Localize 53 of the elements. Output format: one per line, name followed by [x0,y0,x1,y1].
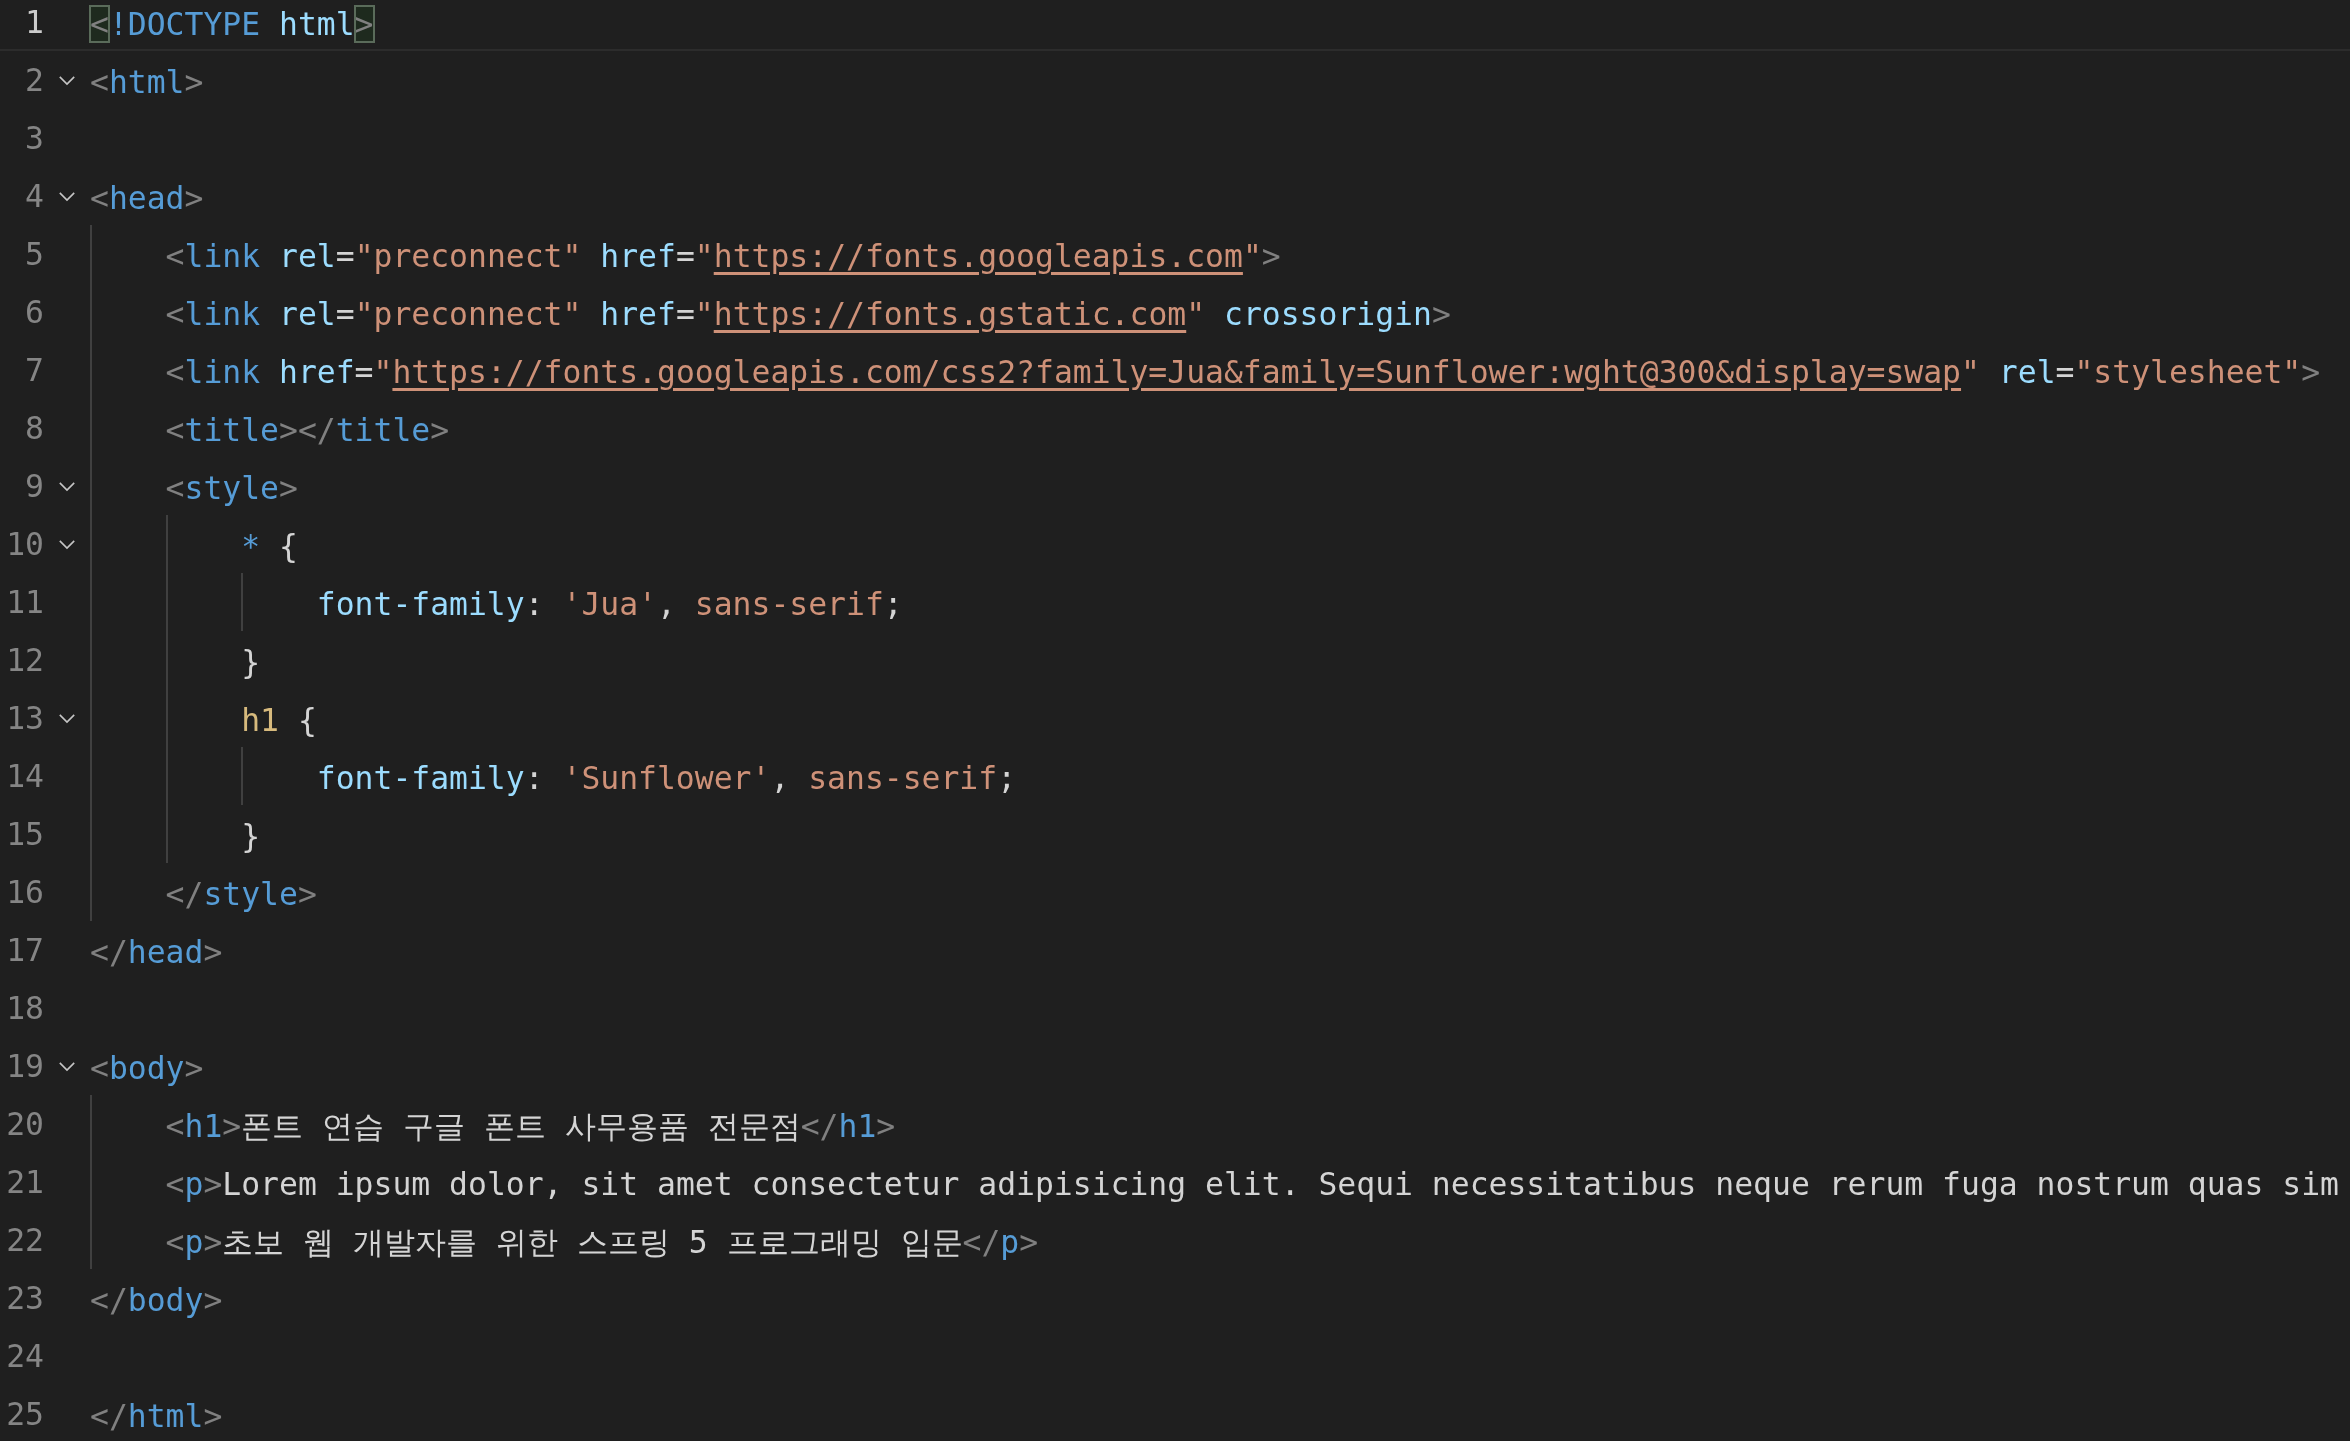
code-line: <style> [164,470,298,506]
line-number: 19 [5,1047,44,1086]
code-line: h1 { [240,702,317,738]
line-number: 3 [24,119,44,158]
line-number: 13 [5,699,44,738]
line-number: 24 [5,1337,44,1376]
code-line: </body> [90,1282,223,1318]
line-number: 12 [5,641,44,680]
line-number: 21 [5,1163,44,1202]
line-number: 25 [5,1395,44,1434]
chevron-down-icon[interactable] [58,480,76,492]
code-line: </html> [90,1398,223,1434]
code-line: <p>초보 웹 개발자를 위한 스프링 5 프로그래밍 입문</p> [164,1224,1039,1260]
code-line: <link href="https://fonts.googleapis.com/css2?family=Jua&family=Sunflower:wght@300&display=swap" rel="stylesheet"> [164,354,2321,390]
line-number: 20 [5,1105,44,1144]
line-number: 18 [5,989,44,1028]
line-number: 17 [5,931,44,970]
code-line: <!DOCTYPE html> [90,6,374,42]
line-number: 1 [24,3,44,42]
code-line: } [240,818,261,854]
code-line: <link rel="preconnect" href="https://fonts.gstatic.com" crossorigin> [164,296,1451,332]
line-number: 10 [5,525,44,564]
code-line: font-family: 'Sunflower', sans-serif; [315,760,1017,796]
chevron-down-icon[interactable] [58,74,76,86]
chevron-down-icon[interactable] [58,712,76,724]
line-number: 14 [5,757,44,796]
line-number: 16 [5,873,44,912]
line-number: 22 [5,1221,44,1260]
code-line: <h1>폰트 연습 구글 폰트 사무용품 전문점</h1> [164,1108,896,1144]
chevron-down-icon[interactable] [58,190,76,202]
code-line: <html> [90,64,204,100]
line-number: 11 [5,583,44,622]
code-line: * { [240,528,298,564]
chevron-down-icon[interactable] [58,1060,76,1072]
code-line: <head> [90,180,204,216]
line-number: 2 [24,61,44,100]
line-number: 9 [24,467,44,506]
line-number: 23 [5,1279,44,1318]
line-number: 15 [5,815,44,854]
line-number: 6 [24,293,44,332]
code-line: font-family: 'Jua', sans-serif; [315,586,903,622]
code-line: <title></title> [164,412,450,448]
line-number: 7 [24,351,44,390]
code-line: } [240,644,261,680]
line-number: 8 [24,409,44,448]
code-line: </style> [164,876,317,912]
code-line: <body> [90,1050,204,1086]
chevron-down-icon[interactable] [58,538,76,550]
line-number: 4 [24,177,44,216]
code-line: </head> [90,934,223,970]
line-number: 5 [24,235,44,274]
code-line: <link rel="preconnect" href="https://fonts.googleapis.com"> [164,238,1281,274]
code-line: <p>Lorem ipsum dolor, sit amet consectetur adipisicing elit. Sequi necessitatibus neque rerum fuga nostrum quas sim [164,1166,2339,1202]
